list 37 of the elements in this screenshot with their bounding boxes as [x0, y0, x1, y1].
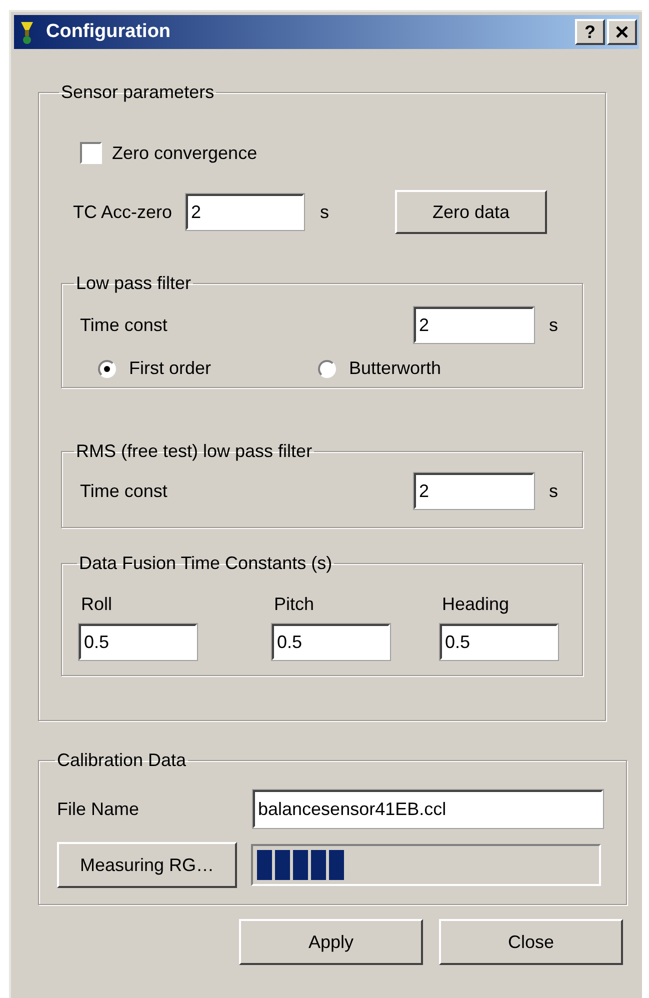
- unit-label: s: [549, 314, 558, 336]
- field-label: Time const: [79, 480, 168, 502]
- input-field[interactable]: 0.5: [79, 624, 197, 660]
- help-button[interactable]: ?: [575, 19, 605, 45]
- field-label: Roll: [80, 593, 114, 616]
- group-title: Low pass filter: [75, 272, 192, 295]
- unit-label: s: [549, 480, 558, 502]
- input-field[interactable]: 0.5: [440, 624, 558, 660]
- radio-button[interactable]: [98, 360, 116, 378]
- window-title: Configuration: [46, 20, 172, 44]
- group-title: RMS (free test) low pass filter: [75, 440, 314, 463]
- input-field[interactable]: balancesensor41EB.ccl: [253, 790, 603, 828]
- checkbox-label: Zero convergence: [112, 142, 258, 165]
- dialog-button[interactable]: Close: [439, 919, 623, 965]
- measure-button[interactable]: Measuring RG…: [57, 842, 237, 888]
- input-field[interactable]: 0.5: [272, 624, 390, 660]
- close-icon: [615, 25, 629, 39]
- field-label: Time const: [79, 314, 168, 336]
- radio-button[interactable]: [318, 360, 336, 378]
- zero-data-button[interactable]: Zero data: [395, 190, 548, 234]
- field-label: Heading: [441, 593, 510, 616]
- input-field[interactable]: 2: [414, 307, 534, 343]
- group-title: Calibration Data: [56, 749, 188, 772]
- unit-label: s: [320, 200, 330, 224]
- sensor-icon: [18, 20, 36, 44]
- field-label: File Name: [57, 798, 140, 820]
- field-label: TC Acc-zero: [73, 200, 172, 224]
- close-button[interactable]: [607, 19, 637, 45]
- input-field[interactable]: 2: [414, 473, 534, 509]
- field-label: Pitch: [273, 593, 316, 616]
- group-title: Sensor parameters: [60, 81, 216, 104]
- radio-label: First order: [129, 357, 212, 380]
- dialog-button[interactable]: Apply: [239, 919, 423, 965]
- radio-label: Butterworth: [349, 357, 442, 380]
- checkbox[interactable]: [80, 142, 102, 164]
- input-field[interactable]: 2: [186, 194, 304, 230]
- group-title: Data Fusion Time Constants (s): [78, 552, 334, 575]
